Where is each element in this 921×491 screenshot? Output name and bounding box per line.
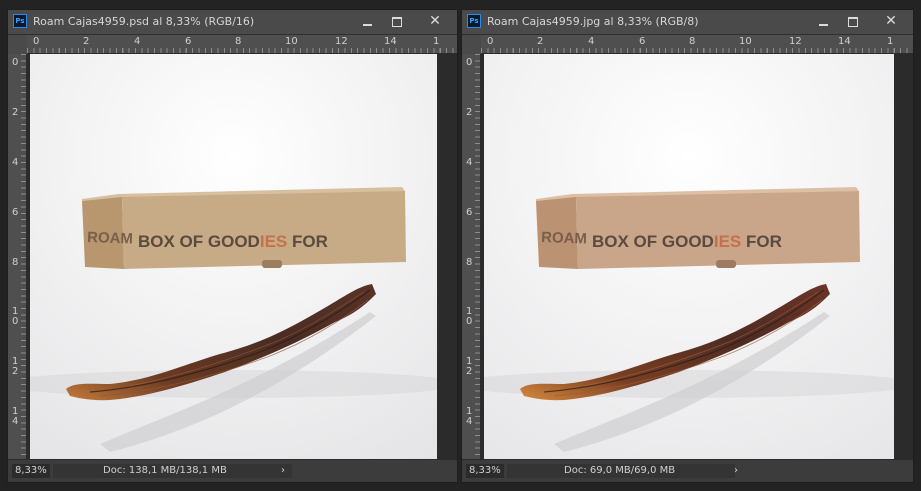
ruler-label: 2 — [12, 107, 19, 118]
ruler-label: 6 — [466, 207, 473, 218]
document-window-jpg[interactable]: Ps Roam Cajas4959.jpg al 8,33% (RGB/8) ✕… — [461, 9, 914, 483]
ruler-label: 1 2 — [466, 356, 473, 377]
window-title: Roam Cajas4959.psd al 8,33% (RGB/16) — [33, 15, 255, 28]
ruler-label: 0 — [487, 36, 494, 47]
ruler-label: 2 — [537, 36, 544, 47]
ruler-label: 1 — [887, 36, 894, 47]
status-menu-arrow-icon[interactable]: › — [281, 464, 285, 478]
box-tagline: BOX OF GOODIES FOR — [138, 232, 328, 251]
box-face — [122, 191, 406, 269]
ruler-label: 8 — [235, 36, 242, 47]
window-titlebar[interactable]: Ps Roam Cajas4959.psd al 8,33% (RGB/16) … — [8, 10, 457, 35]
ruler-label: 0 — [12, 57, 19, 68]
ruler-label: 1 2 — [12, 356, 19, 377]
ruler-label: 1 4 — [12, 406, 19, 427]
ruler-label: 4 — [134, 36, 141, 47]
ruler-label: 4 — [588, 36, 595, 47]
ruler-label: 1 0 — [466, 306, 473, 327]
ruler-label: 12 — [335, 36, 348, 47]
document-window-psd[interactable]: Ps Roam Cajas4959.psd al 8,33% (RGB/16) … — [7, 9, 458, 483]
maximize-button[interactable] — [839, 11, 867, 31]
box-brand: ROAM — [541, 229, 587, 248]
ruler-label: 0 — [466, 57, 473, 68]
minimize-icon — [818, 23, 828, 26]
ruler-corner — [462, 35, 481, 54]
ruler-ticks — [27, 48, 457, 53]
close-button[interactable]: ✕ — [877, 11, 905, 31]
window-titlebar[interactable]: Ps Roam Cajas4959.jpg al 8,33% (RGB/8) ✕ — [462, 10, 913, 35]
maximize-icon — [848, 16, 858, 27]
ruler-label: 2 — [466, 107, 473, 118]
status-bar: 8,33% Doc: 69,0 MB/69,0 MB › — [462, 459, 913, 482]
status-menu-arrow-icon[interactable]: › — [734, 464, 738, 478]
maximize-icon — [392, 16, 402, 27]
box-tagline: BOX OF GOODIES FOR — [592, 232, 782, 251]
ruler-label: 10 — [285, 36, 298, 47]
maximize-button[interactable] — [383, 11, 411, 31]
vertical-ruler[interactable]: 0 2 4 6 8 1 0 1 2 1 4 — [8, 54, 27, 460]
ruler-label: 0 — [33, 36, 40, 47]
product-photo: ROAM BOX OF GOODIES FOR — [30, 54, 437, 460]
zoom-level-field[interactable]: 8,33% — [12, 464, 50, 478]
document-size-info[interactable]: Doc: 138,1 MB/138,1 MB — [53, 464, 292, 478]
box-brand: ROAM — [87, 229, 133, 248]
status-bar: 8,33% Doc: 138,1 MB/138,1 MB › — [8, 459, 457, 482]
ruler-label: 1 4 — [466, 406, 473, 427]
ruler-label: 14 — [384, 36, 397, 47]
ruler-ticks — [481, 48, 913, 53]
vertical-ruler[interactable]: 0 2 4 6 8 1 0 1 2 1 4 — [462, 54, 481, 460]
ruler-ticks — [475, 54, 480, 460]
cardboard-box: ROAM BOX OF GOODIES FOR — [82, 187, 406, 269]
ruler-label: 1 0 — [12, 306, 19, 327]
close-icon: ✕ — [429, 13, 441, 29]
ruler-label: 8 — [12, 257, 19, 268]
document-canvas[interactable]: ROAM BOX OF GOODIES FOR — [481, 54, 913, 460]
close-icon: ✕ — [885, 13, 897, 29]
minimize-icon — [362, 23, 372, 26]
ruler-label: 12 — [789, 36, 802, 47]
ruler-label: 2 — [83, 36, 90, 47]
document-size-info[interactable]: Doc: 69,0 MB/69,0 MB — [507, 464, 735, 478]
ruler-label: 10 — [739, 36, 752, 47]
window-title: Roam Cajas4959.jpg al 8,33% (RGB/8) — [487, 15, 699, 28]
horizontal-ruler[interactable]: 0 2 4 6 8 10 12 14 1 — [27, 35, 457, 54]
photoshop-icon: Ps — [13, 14, 27, 28]
ruler-label: 8 — [466, 257, 473, 268]
ruler-label: 6 — [639, 36, 646, 47]
photoshop-icon: Ps — [467, 14, 481, 28]
ruler-label: 14 — [838, 36, 851, 47]
horizontal-ruler[interactable]: 0 2 4 6 8 10 12 14 1 — [481, 35, 913, 54]
document-canvas[interactable]: ROAM BOX OF GOODIES FOR — [27, 54, 457, 460]
ruler-corner — [8, 35, 27, 54]
ruler-label: 6 — [12, 207, 19, 218]
zoom-level-field[interactable]: 8,33% — [466, 464, 504, 478]
ruler-label: 8 — [689, 36, 696, 47]
box-face — [576, 191, 860, 269]
ruler-label: 1 — [433, 36, 440, 47]
close-button[interactable]: ✕ — [421, 11, 449, 31]
ruler-ticks — [21, 54, 26, 460]
ruler-label: 4 — [466, 157, 473, 168]
ruler-label: 6 — [185, 36, 192, 47]
minimize-button[interactable] — [353, 11, 381, 31]
minimize-button[interactable] — [809, 11, 837, 31]
ruler-label: 4 — [12, 157, 19, 168]
product-photo: ROAM BOX OF GOODIES FOR — [484, 54, 894, 460]
cardboard-box: ROAM BOX OF GOODIES FOR — [536, 187, 860, 269]
